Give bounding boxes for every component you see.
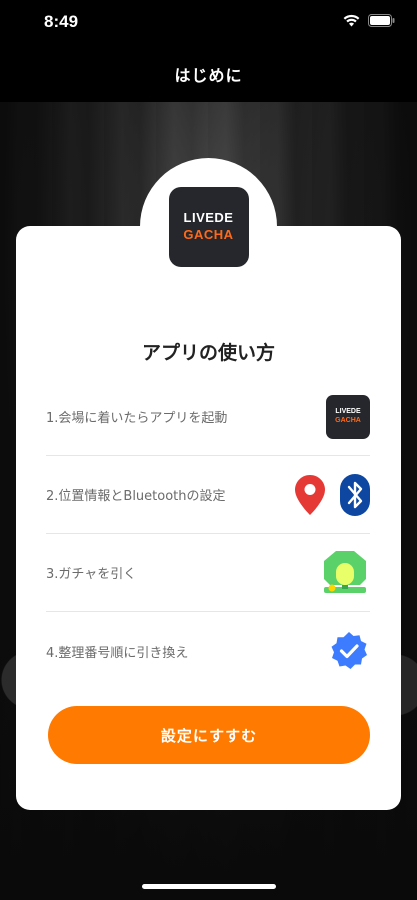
navigation-bar: はじめに: [0, 46, 417, 102]
step-label: 4.整理番号順に引き換え: [46, 645, 189, 661]
steps-list: 1.会場に着いたらアプリを起動 LIVEDE GACHA 2.位置情報とBlue…: [46, 378, 370, 690]
step-label: 1.会場に着いたらアプリを起動: [46, 411, 228, 426]
status-icons: [343, 14, 395, 27]
status-time: 8:49: [44, 12, 79, 31]
step-label: 3.ガチャを引く: [46, 567, 137, 582]
step-label: 2.位置情報とBluetoothの設定: [46, 489, 226, 504]
wifi-icon: [343, 14, 360, 27]
list-item: 4.整理番号順に引き換え: [46, 612, 370, 690]
location-pin-icon: [295, 474, 325, 515]
app-logo-badge: LIVEDE GACHA: [140, 158, 277, 295]
logo-text-top: LIVEDE: [183, 210, 234, 226]
proceed-to-settings-button[interactable]: 設定にすすむ: [48, 706, 370, 764]
gacha-machine-icon: [324, 550, 366, 593]
home-indicator[interactable]: [142, 884, 276, 889]
verified-check-icon: [331, 632, 367, 669]
onboarding-card: アプリの使い方 1.会場に着いたらアプリを起動 LIVEDE GACHA 2.位…: [16, 226, 401, 810]
status-bar: 8:49: [0, 0, 417, 46]
logo-text-bottom: GACHA: [183, 226, 234, 242]
battery-icon: [368, 14, 395, 27]
app-logo: LIVEDE GACHA: [168, 186, 249, 267]
list-item: 3.ガチャを引く: [46, 534, 370, 612]
list-item: 1.会場に着いたらアプリを起動 LIVEDE GACHA: [46, 378, 370, 456]
list-item: 2.位置情報とBluetoothの設定: [46, 456, 370, 534]
page-title: はじめに: [174, 66, 243, 85]
app-logo-icon: LIVEDE GACHA: [326, 394, 370, 439]
card-title: アプリの使い方: [141, 342, 275, 364]
bluetooth-icon: [340, 473, 370, 516]
